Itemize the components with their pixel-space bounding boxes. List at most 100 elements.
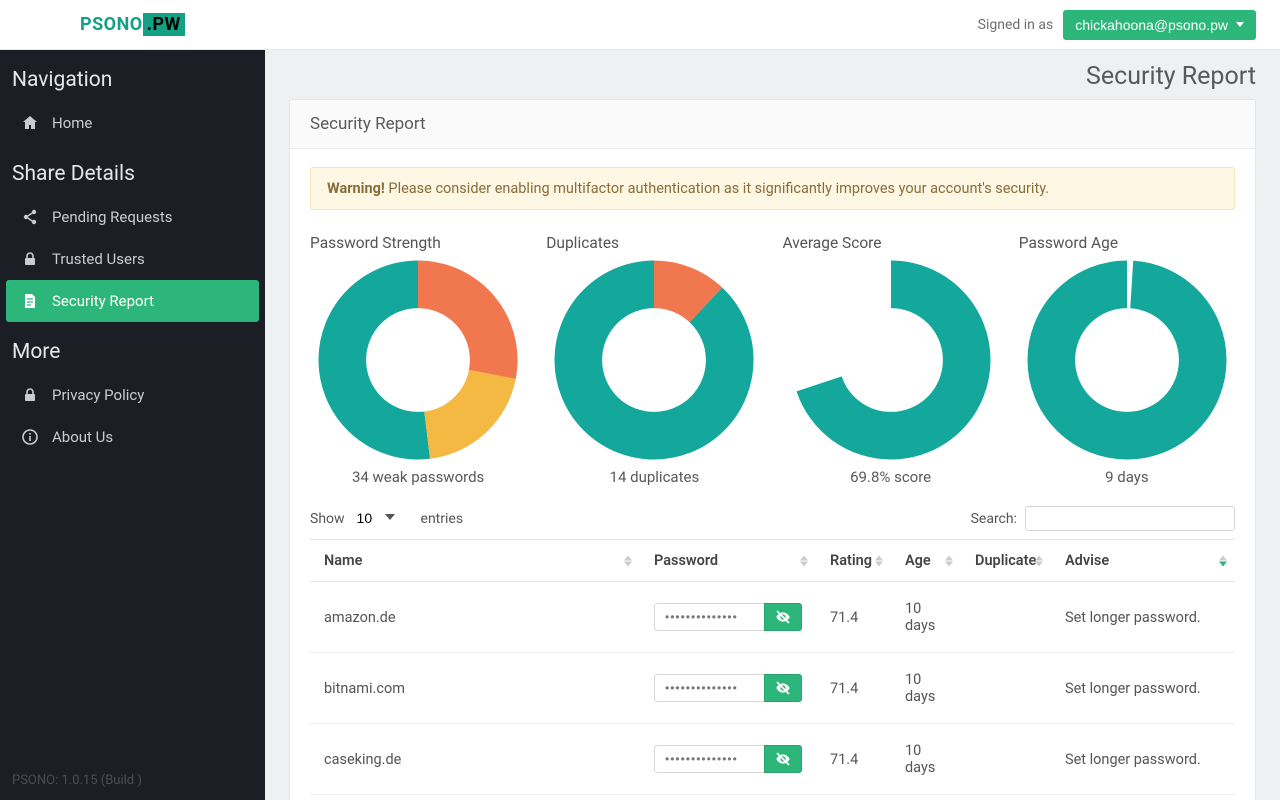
chart-caption: 14 duplicates — [610, 468, 700, 486]
table-row: caseking.de 71.410 days Set longer passwor… — [310, 724, 1235, 795]
chart-title: Password Strength — [310, 234, 441, 252]
lock-icon — [22, 387, 38, 403]
search-label: Search: — [971, 511, 1017, 527]
cell-rating: 71.4 — [816, 582, 891, 653]
security-report-panel: Security Report Warning! Please consider… — [289, 99, 1256, 800]
version-label: PSONO: 1.0.15 (Build ) — [12, 773, 142, 788]
cell-name: amazon.de — [310, 582, 640, 653]
donut-chart-icon — [554, 260, 754, 460]
eye-slash-icon — [775, 680, 791, 696]
sidebar-item-about[interactable]: About Us — [0, 416, 265, 458]
entries-label: entries — [421, 511, 464, 527]
signed-in-label: Signed in as — [978, 17, 1054, 33]
chart-password-age: Password Age 9 days — [1019, 234, 1235, 486]
toggle-visibility-button[interactable] — [764, 603, 802, 631]
cell-password — [640, 582, 816, 653]
table-controls: Show 10 entries Search: — [310, 506, 1235, 531]
table-row: DCNuernberg28.61Set longer password. — [310, 795, 1235, 800]
cell-duplicate — [961, 653, 1051, 724]
chart-caption: 69.8% score — [850, 468, 931, 486]
cell-advise: Set longer password. — [1051, 795, 1235, 800]
document-icon — [22, 293, 38, 309]
lock-icon — [22, 251, 38, 267]
sidebar-item-label: Home — [52, 114, 92, 132]
mfa-warning-alert: Warning! Please consider enabling multif… — [310, 167, 1235, 210]
toggle-visibility-button[interactable] — [764, 674, 802, 702]
col-rating[interactable]: Rating — [816, 540, 891, 582]
alert-strong: Warning! — [327, 180, 385, 197]
chart-caption: 9 days — [1105, 468, 1149, 486]
cell-advise: Set longer password. — [1051, 582, 1235, 653]
cell-rating: 71.4 — [816, 653, 891, 724]
donut-chart-icon — [791, 260, 991, 460]
cell-name: bitnami.com — [310, 653, 640, 724]
password-field[interactable] — [654, 674, 764, 702]
col-duplicate[interactable]: Duplicate — [961, 540, 1051, 582]
cell-password — [640, 795, 816, 800]
share-icon — [22, 209, 38, 225]
cell-advise: Set longer password. — [1051, 653, 1235, 724]
main-content: Security Report Security Report Warning!… — [265, 50, 1280, 800]
chart-title: Average Score — [783, 234, 882, 252]
sidebar-item-privacy[interactable]: Privacy Policy — [0, 374, 265, 416]
user-menu-button[interactable]: chickahoona@psono.pw — [1063, 10, 1256, 40]
password-field[interactable] — [654, 603, 764, 631]
col-age[interactable]: Age — [891, 540, 961, 582]
info-icon — [22, 429, 38, 445]
sidebar-heading-more: More — [0, 322, 265, 374]
sidebar-heading-navigation: Navigation — [0, 50, 265, 102]
user-email: chickahoona@psono.pw — [1075, 17, 1228, 33]
logo-prefix: PSONO — [80, 14, 143, 35]
cell-duplicate — [961, 582, 1051, 653]
cell-name: caseking.de — [310, 724, 640, 795]
donut-chart-icon — [318, 260, 518, 460]
panel-title: Security Report — [290, 100, 1255, 149]
chevron-down-icon — [1236, 22, 1244, 27]
col-advise[interactable]: Advise — [1051, 540, 1235, 582]
cell-name: DCNuernberg — [310, 795, 640, 800]
eye-slash-icon — [775, 609, 791, 625]
cell-rating: 28.6 — [816, 795, 891, 800]
cell-duplicate — [961, 724, 1051, 795]
toggle-visibility-button[interactable] — [764, 745, 802, 773]
show-label: Show — [310, 511, 345, 527]
sidebar-item-security[interactable]: Security Report — [6, 280, 259, 322]
sidebar-heading-share: Share Details — [0, 144, 265, 196]
signin-area: Signed in as chickahoona@psono.pw — [978, 10, 1256, 40]
table-row: amazon.de 71.410 days Set longer password. — [310, 582, 1235, 653]
chart-password-strength: Password Strength 34 weak passwords — [310, 234, 526, 486]
chart-caption: 34 weak passwords — [352, 468, 484, 486]
charts-row: Password Strength 34 weak passwords Dupl… — [310, 234, 1235, 486]
chart-title: Duplicates — [546, 234, 619, 252]
cell-duplicate — [961, 795, 1051, 800]
page-size-select[interactable]: 10 — [353, 508, 413, 528]
password-table: Name Password Rating Age Duplicate Advis… — [310, 539, 1235, 800]
sidebar-item-pending[interactable]: Pending Requests — [0, 196, 265, 238]
sidebar-item-trusted[interactable]: Trusted Users — [0, 238, 265, 280]
entries-control: Show 10 entries — [310, 508, 463, 529]
chart-average-score: Average Score 69.8% score — [783, 234, 999, 486]
cell-age: 10 days — [891, 582, 961, 653]
sidebar-item-label: About Us — [52, 428, 113, 446]
cell-rating: 71.4 — [816, 724, 891, 795]
alert-text: Please consider enabling multifactor aut… — [385, 180, 1049, 197]
donut-chart-icon — [1027, 260, 1227, 460]
chart-title: Password Age — [1019, 234, 1118, 252]
home-icon — [22, 115, 38, 131]
col-name[interactable]: Name — [310, 540, 640, 582]
cell-advise: Set longer password. — [1051, 724, 1235, 795]
logo[interactable]: PSONO.PW — [80, 14, 185, 35]
col-password[interactable]: Password — [640, 540, 816, 582]
sidebar: Navigation Home Share Details Pending Re… — [0, 50, 265, 800]
page-title: Security Report — [1086, 62, 1256, 91]
table-row: bitnami.com 71.410 days Set longer passwor… — [310, 653, 1235, 724]
cell-age: 10 days — [891, 724, 961, 795]
cell-age: 10 days — [891, 653, 961, 724]
sidebar-item-home[interactable]: Home — [0, 102, 265, 144]
search-input[interactable] — [1025, 506, 1235, 531]
topbar: PSONO.PW Signed in as chickahoona@psono.… — [0, 0, 1280, 50]
password-field[interactable] — [654, 745, 764, 773]
eye-slash-icon — [775, 751, 791, 767]
logo-suffix: .PW — [143, 13, 185, 36]
search-control: Search: — [971, 506, 1235, 531]
